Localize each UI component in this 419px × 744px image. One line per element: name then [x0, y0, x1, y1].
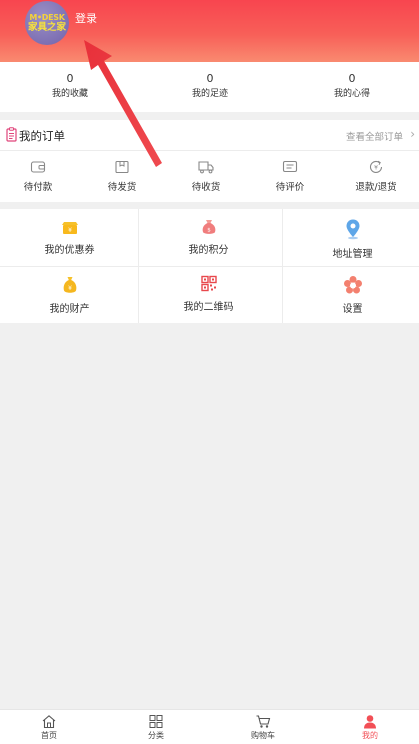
coupon-icon: ¥ — [61, 222, 78, 234]
stat-label: 我的收藏 — [51, 89, 88, 99]
tab-label: 分类 — [148, 731, 164, 740]
stat-count: 0 — [348, 72, 356, 85]
stat-favorites[interactable]: 0 我的收藏 — [0, 72, 140, 102]
order-status-label: 待评价 — [275, 182, 305, 193]
login-link[interactable]: 登录 — [75, 10, 97, 26]
service-coupons[interactable]: ¥ 我的优惠券 — [0, 209, 139, 266]
stat-count: 0 — [66, 72, 74, 85]
avatar-logo-line1: M•DESK — [29, 13, 65, 22]
box-icon — [115, 160, 129, 174]
order-status-pending-receipt[interactable]: 待收货 — [164, 160, 248, 193]
orders-title: 我的订单 — [19, 129, 65, 143]
money-bag-icon: ¥ — [63, 277, 76, 293]
service-label: 我的积分 — [188, 245, 229, 256]
svg-text:¥: ¥ — [374, 165, 378, 172]
stat-label: 我的心得 — [333, 89, 370, 99]
qr-code-icon — [200, 275, 217, 292]
tab-label: 我的 — [362, 731, 378, 740]
order-status-refund[interactable]: ¥ 退款/退货 — [334, 160, 418, 193]
order-status-pending-shipment[interactable]: 待发货 — [80, 160, 164, 193]
stats-bar: 0 我的收藏 0 我的足迹 0 我的心得 — [0, 62, 419, 112]
points-bag-icon: $ — [202, 220, 215, 234]
stat-count: 0 — [206, 72, 214, 85]
service-settings[interactable]: 设置 — [283, 266, 419, 323]
tab-home[interactable]: 首页 — [7, 714, 91, 741]
profile-header: M•DESK 家具之家 登录 — [0, 0, 419, 62]
cart-icon — [256, 715, 271, 728]
tab-category[interactable]: 分类 — [114, 714, 198, 741]
orders-section: 我的订单 查看全部订单 › 待付款 待发货 待收货 待评价 ¥ 退款/退货 — [0, 120, 419, 202]
chevron-right-icon: › — [410, 127, 415, 141]
flower-settings-icon — [343, 276, 362, 294]
bottom-tab-bar: 首页 分类 购物车 我的 — [0, 709, 419, 744]
avatar[interactable]: M•DESK 家具之家 — [25, 1, 69, 45]
comment-icon — [282, 160, 298, 173]
svg-text:$: $ — [207, 228, 211, 234]
order-status-label: 退款/退货 — [355, 182, 397, 193]
service-points[interactable]: $ 我的积分 — [139, 209, 278, 266]
order-status-label: 待发货 — [107, 182, 137, 193]
location-pin-icon — [346, 219, 359, 240]
stat-label: 我的足迹 — [191, 89, 228, 99]
truck-icon — [198, 161, 214, 174]
order-list-icon — [6, 127, 17, 142]
service-assets[interactable]: ¥ 我的财产 — [0, 266, 139, 323]
home-icon — [42, 715, 56, 729]
user-icon — [364, 715, 376, 729]
service-label: 地址管理 — [332, 249, 373, 260]
orders-header[interactable]: 我的订单 查看全部订单 › — [0, 120, 419, 151]
order-status-pending-review[interactable]: 待评价 — [248, 160, 332, 193]
services-grid: ¥ 我的优惠券 $ 我的积分 地址管理 ¥ 我的财产 我的二维码 设置 — [0, 209, 419, 323]
tab-mine[interactable]: 我的 — [328, 714, 412, 741]
wallet-icon — [30, 161, 46, 173]
tab-label: 购物车 — [251, 731, 275, 740]
service-qr-code[interactable]: 我的二维码 — [139, 266, 278, 323]
svg-text:¥: ¥ — [68, 227, 72, 234]
service-label: 我的二维码 — [183, 302, 234, 313]
tab-cart[interactable]: 购物车 — [221, 714, 305, 741]
avatar-logo-line2: 家具之家 — [27, 22, 66, 33]
refund-icon: ¥ — [369, 160, 383, 173]
service-label: 设置 — [342, 304, 363, 315]
order-status-pending-payment[interactable]: 待付款 — [0, 160, 80, 193]
service-label: 我的优惠券 — [44, 245, 95, 256]
category-icon — [149, 715, 163, 728]
svg-text:¥: ¥ — [68, 285, 72, 292]
stat-footprints[interactable]: 0 我的足迹 — [140, 72, 280, 102]
service-label: 我的财产 — [49, 304, 90, 315]
tab-label: 首页 — [41, 731, 57, 740]
service-address[interactable]: 地址管理 — [283, 209, 419, 266]
order-status-label: 待收货 — [191, 182, 221, 193]
view-all-orders-link[interactable]: 查看全部订单 — [346, 129, 403, 143]
order-status-label: 待付款 — [23, 182, 53, 193]
stat-reviews[interactable]: 0 我的心得 — [282, 72, 419, 102]
